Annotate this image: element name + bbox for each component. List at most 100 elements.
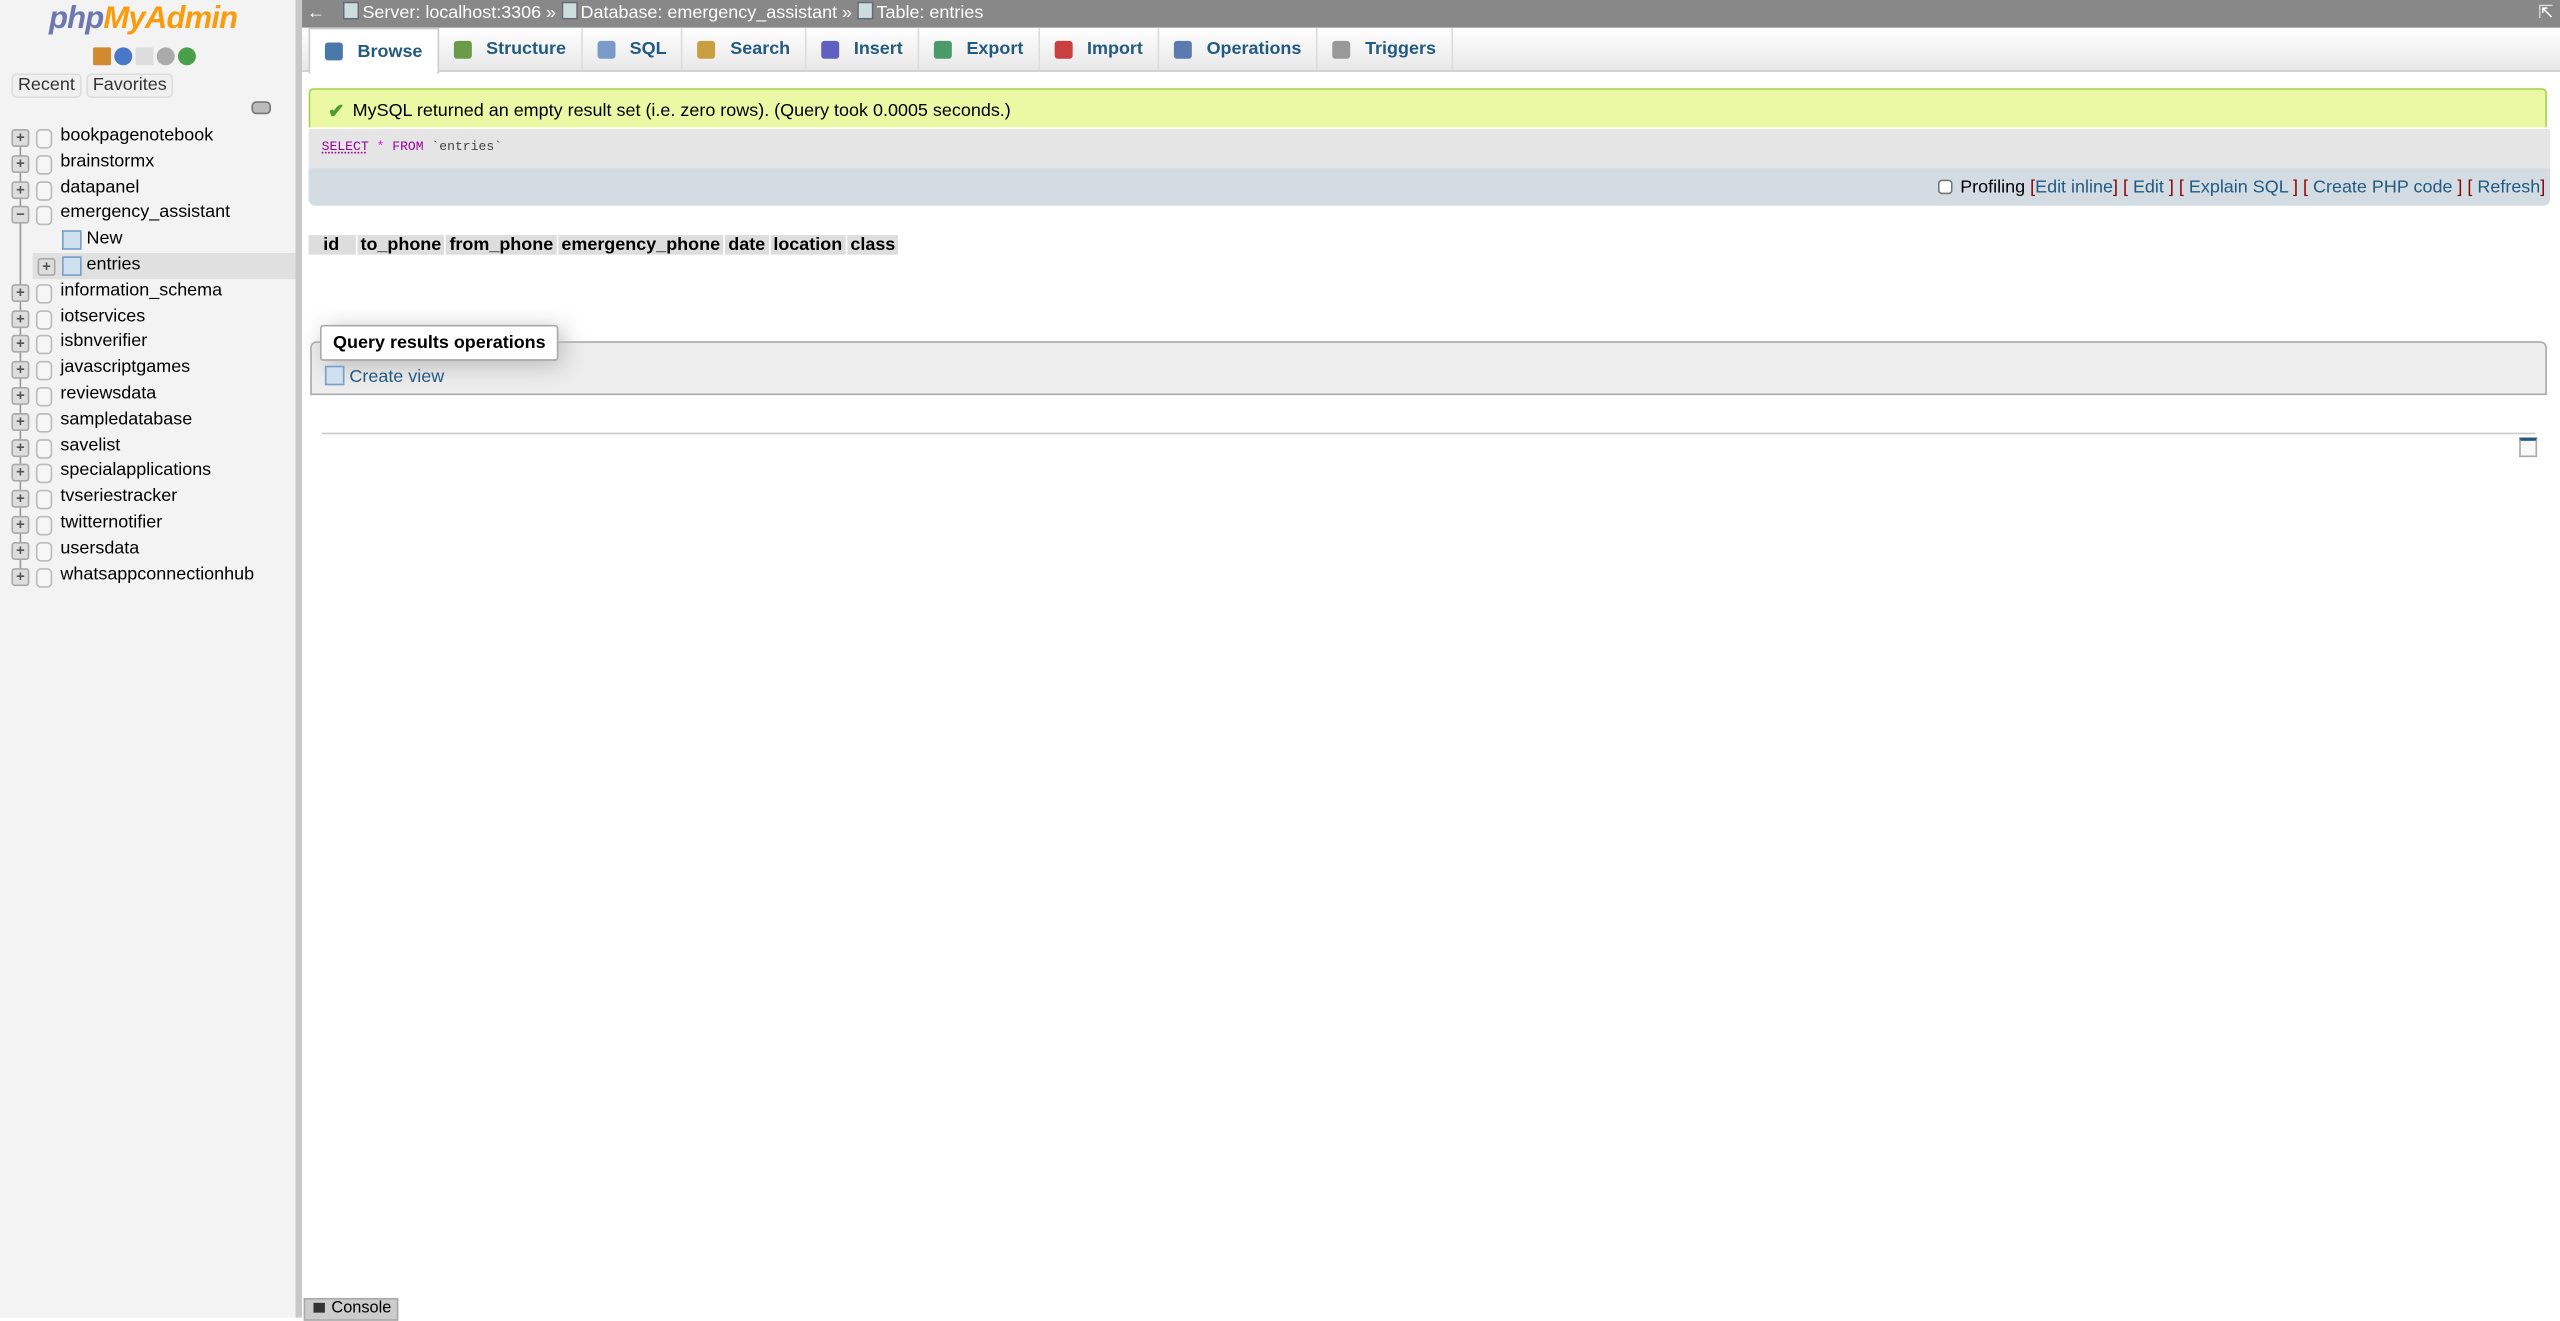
expand-icon[interactable]: + [11,335,30,354]
recent-button[interactable]: Recent [11,73,82,98]
database-icon [35,541,53,562]
column-header-location[interactable]: location [770,235,846,255]
expand-icon[interactable]: + [11,283,30,302]
expand-icon[interactable]: + [37,257,56,276]
collapse-icon[interactable]: − [11,206,30,225]
expand-icon[interactable]: + [11,128,30,147]
column-header-class[interactable]: class [847,235,899,255]
sidebar-db-information_schema[interactable]: + information_schema [0,279,296,305]
db-name[interactable]: emergency_assistant [60,201,230,227]
breadcrumb-database[interactable]: Database: emergency_assistant [560,0,837,28]
expand-icon[interactable]: + [11,438,30,457]
column-header-to_phone[interactable]: to_phone [357,235,445,255]
db-name[interactable]: datapanel [60,176,139,202]
edit-link[interactable]: Edit [2133,178,2164,198]
sidebar-db-twitternotifier[interactable]: + twitternotifier [0,511,296,537]
db-name[interactable]: sampledatabase [60,408,192,434]
collapse-icon[interactable]: ⇱ [2538,0,2553,28]
triggers-icon [1332,39,1351,58]
sidebar-db-bookpagenotebook[interactable]: + bookpagenotebook [0,124,296,150]
tab-operations[interactable]: Operations [1159,27,1318,71]
tab-export[interactable]: Export [919,27,1040,71]
sidebar-table-New[interactable]: New [0,227,296,253]
tab-structure[interactable]: Structure [439,27,583,71]
table-name[interactable]: entries [87,253,141,279]
db-name[interactable]: twitternotifier [60,511,162,537]
column-header-from_phone[interactable]: from_phone [446,235,557,255]
db-name[interactable]: savelist [60,434,120,460]
expand-icon[interactable]: + [11,412,30,431]
create-view-link[interactable]: Create view [324,365,444,389]
column-header-date[interactable]: date [724,235,769,255]
sidebar-db-specialapplications[interactable]: + specialapplications [0,459,296,485]
expand-icon[interactable]: + [11,154,30,173]
db-name[interactable]: information_schema [60,279,222,305]
db-name[interactable]: isbnverifier [60,330,147,356]
phpmyadmin-logo[interactable]: phpMyAdmin [49,2,238,38]
console-button[interactable]: Console [303,1297,398,1321]
column-header-id[interactable]: id [308,235,356,255]
sidebar-db-usersdata[interactable]: + usersdata [0,537,296,563]
link-with-main-panel-icon[interactable] [251,101,272,115]
db-name[interactable]: tvseriestracker [60,485,177,511]
refresh-link[interactable]: Refresh [2477,178,2540,198]
bookmark-icon[interactable] [2519,437,2538,458]
db-name[interactable]: specialapplications [60,459,211,485]
tab-search[interactable]: Search [683,27,807,71]
column-header-emergency_phone[interactable]: emergency_phone [558,235,724,255]
db-name[interactable]: javascriptgames [60,356,190,382]
explain-sql-link[interactable]: Explain SQL [2189,178,2288,198]
help-icon[interactable] [114,47,133,66]
sidebar-db-reviewsdata[interactable]: + reviewsdata [0,382,296,408]
database-icon [35,361,53,381]
create-php-code-link[interactable]: Create PHP code [2313,178,2452,198]
sql-query-display[interactable]: SELECT * FROM `entries` [308,128,2551,169]
breadcrumb-server[interactable]: Server: localhost:3306 [342,0,541,28]
tab-browse[interactable]: Browse [308,27,439,74]
db-name[interactable]: brainstormx [60,150,154,176]
reload-icon[interactable] [177,47,196,66]
favorites-button[interactable]: Favorites [86,73,174,98]
db-name[interactable]: reviewsdata [60,382,156,408]
expand-icon[interactable]: + [11,386,30,405]
sidebar-table-entries[interactable]: + entries [32,253,296,279]
back-arrow-icon[interactable]: ← [307,0,325,28]
expand-icon[interactable]: + [11,541,30,560]
db-name[interactable]: iotservices [60,305,145,331]
expand-icon[interactable]: + [11,490,30,509]
table-name[interactable]: New [87,227,123,253]
sidebar-db-tvseriestracker[interactable]: + tvseriestracker [0,485,296,511]
profiling-checkbox[interactable] [1937,179,1953,195]
sidebar-db-datapanel[interactable]: + datapanel [0,176,296,202]
home-icon[interactable] [93,47,112,66]
sidebar-db-brainstormx[interactable]: + brainstormx [0,150,296,176]
expand-icon[interactable]: + [11,361,30,380]
tab-import[interactable]: Import [1040,27,1160,71]
sidebar-db-javascriptgames[interactable]: + javascriptgames [0,356,296,382]
sidebar-db-sampledatabase[interactable]: + sampledatabase [0,408,296,434]
sidebar-db-isbnverifier[interactable]: + isbnverifier [0,330,296,356]
tab-insert[interactable]: Insert [807,27,920,71]
breadcrumb-table[interactable]: Table: entries [856,0,983,28]
db-name[interactable]: usersdata [60,537,139,563]
sidebar-db-savelist[interactable]: + savelist [0,434,296,460]
db-name[interactable]: whatsappconnectionhub [60,563,254,589]
sidebar-db-iotservices[interactable]: + iotservices [0,305,296,331]
import-icon [1054,39,1073,58]
tab-triggers[interactable]: Triggers [1318,27,1453,71]
sql-keyword-from: FROM [392,140,424,156]
expand-icon[interactable]: + [11,464,30,483]
settings-gear-icon[interactable] [156,47,175,66]
db-name[interactable]: bookpagenotebook [60,124,213,150]
sql-keyword-select[interactable]: SELECT [322,140,369,155]
edit-inline-link[interactable]: Edit inline [2035,178,2113,198]
sidebar-db-emergency_assistant[interactable]: − emergency_assistant [0,201,296,227]
tab-sql[interactable]: SQL [582,27,683,71]
expand-icon[interactable]: + [11,309,30,328]
create-view-icon [324,365,345,386]
expand-icon[interactable]: + [11,515,30,534]
expand-icon[interactable]: + [11,567,30,586]
docs-icon[interactable] [135,47,154,66]
expand-icon[interactable]: + [11,180,30,199]
sidebar-db-whatsappconnectionhub[interactable]: + whatsappconnectionhub [0,563,296,589]
